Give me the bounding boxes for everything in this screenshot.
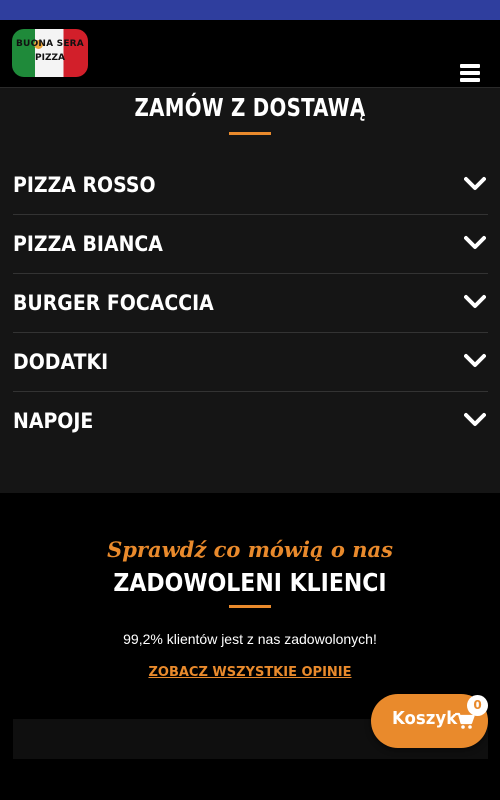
category-label: NAPOJE: [13, 409, 94, 433]
category-label: DODATKI: [13, 350, 109, 374]
status-bar: [0, 0, 500, 20]
menu-category-accordion: PIZZA ROSSO PIZZA BIANCA BURGER FOCACCIA…: [13, 156, 488, 451]
chevron-down-icon: [464, 354, 486, 367]
cart-label: Koszyk: [392, 708, 458, 729]
category-dodatki[interactable]: DODATKI: [13, 333, 488, 392]
logo-text-line1: BUONA SERA: [16, 39, 84, 49]
order-title-underline: [229, 132, 271, 135]
logo[interactable]: BUONA SERA PIZZA: [12, 29, 88, 77]
order-section-title: ZAMÓW Z DOSTAWĄ: [134, 93, 366, 122]
reviews-title: ZADOWOLENI KLIENCI: [113, 568, 387, 597]
hamburger-menu-icon[interactable]: [452, 53, 488, 89]
category-pizza-rosso[interactable]: PIZZA ROSSO: [13, 156, 488, 215]
category-label: BURGER FOCACCIA: [13, 291, 214, 315]
reviews-script-heading: Sprawdź co mówią o nas: [107, 537, 393, 562]
category-pizza-bianca[interactable]: PIZZA BIANCA: [13, 215, 488, 274]
chevron-down-icon: [464, 177, 486, 190]
order-section: ZAMÓW Z DOSTAWĄ PIZZA ROSSO PIZZA BIANCA…: [0, 88, 500, 493]
logo-text-line2: PIZZA: [35, 53, 65, 63]
cart-count-badge: 0: [467, 695, 488, 716]
reviews-title-underline: [229, 605, 271, 608]
category-label: PIZZA BIANCA: [13, 232, 163, 256]
chevron-down-icon: [464, 236, 486, 249]
category-burger-focaccia[interactable]: BURGER FOCACCIA: [13, 274, 488, 333]
see-all-reviews-link[interactable]: ZOBACZ WSZYSTKIE OPINIE: [0, 665, 500, 680]
chevron-down-icon: [464, 413, 486, 426]
category-napoje[interactable]: NAPOJE: [13, 392, 488, 451]
category-label: PIZZA ROSSO: [13, 173, 156, 197]
site-header: BUONA SERA PIZZA: [0, 20, 500, 88]
reviews-satisfaction-text: 99,2% klientów jest z nas zadowolonych!: [123, 631, 377, 647]
reviews-section: Sprawdź co mówią o nas ZADOWOLENI KLIENC…: [0, 493, 500, 800]
chevron-down-icon: [464, 295, 486, 308]
